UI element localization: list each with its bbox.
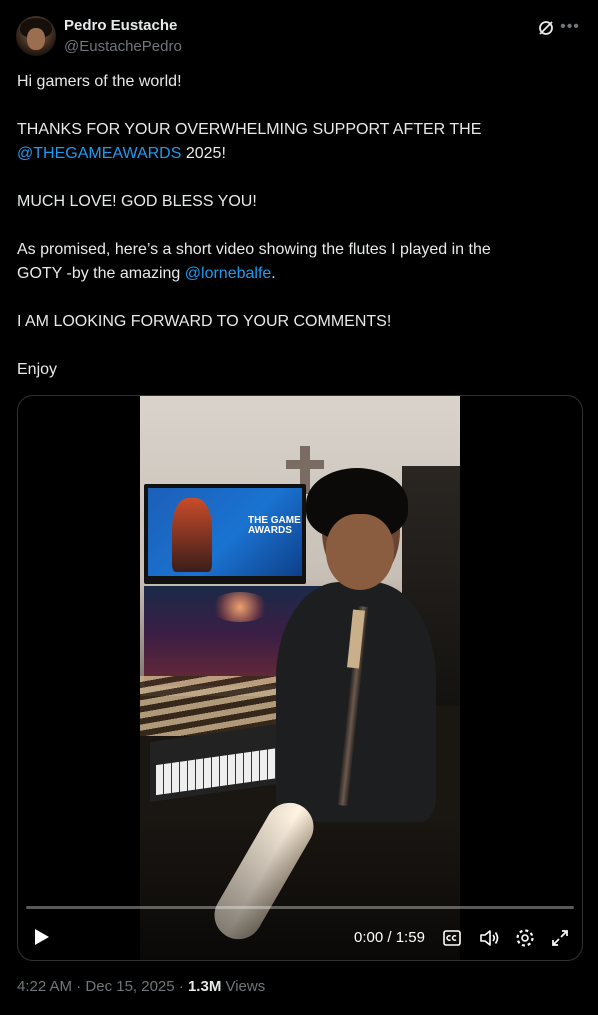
tweet-meta: 4:22 AM · Dec 15, 2025 · 1.3M Views [17, 978, 265, 995]
tweet-text-span: THANKS FOR YOUR OVERWHELMING SUPPORT AFT… [17, 121, 482, 138]
tweet-line: Hi gamers of the world! [17, 73, 182, 90]
tweet-line: I AM LOOKING FORWARD TO YOUR COMMENTS! [17, 313, 392, 330]
fullscreen-icon[interactable] [550, 928, 570, 948]
tweet-line: THANKS FOR YOUR OVERWHELMING SUPPORT AFT… [17, 118, 577, 142]
tweet-line: MUCH LOVE! GOD BLESS YOU! [17, 193, 257, 210]
tv-screen: THE GAME AWARDS [144, 484, 306, 584]
video-duration: 1:59 [395, 929, 425, 946]
current-time: 0:00 [354, 929, 384, 946]
tweet-text-span: . [271, 265, 276, 282]
video-progress-bar[interactable] [26, 906, 574, 909]
play-icon[interactable] [32, 928, 50, 946]
mention-thegameawards[interactable]: @THEGAMEAWARDS [17, 145, 181, 162]
volume-icon[interactable] [478, 927, 500, 949]
video-frame[interactable]: THE GAME AWARDS [140, 396, 460, 960]
tweet-date[interactable]: Dec 15, 2025 [85, 978, 174, 995]
meta-separator: · [72, 978, 86, 995]
cc-icon[interactable] [442, 928, 462, 948]
tweet-line: @THEGAMEAWARDS 2025! [17, 142, 577, 166]
views-count: 1.3M [187, 978, 222, 995]
video-controls: 0:00 / 1:59 [18, 918, 582, 958]
video-time: 0:00 / 1:59 [354, 929, 425, 946]
time-separator: / [383, 929, 396, 946]
tweet-text-span: GOTY -by the amazing [17, 265, 185, 282]
meta-separator: · [174, 978, 188, 995]
tweet-line: As promised, here’s a short video showin… [17, 241, 491, 258]
settings-icon[interactable] [514, 927, 536, 949]
author-handle[interactable]: @EustachePedro [64, 38, 182, 55]
tweet-time[interactable]: 4:22 AM [17, 978, 72, 995]
grok-icon[interactable] [536, 18, 556, 38]
tweet-header: Pedro Eustache @EustachePedro ••• [16, 14, 582, 58]
author-name[interactable]: Pedro Eustache [64, 17, 177, 34]
tweet-text-span: 2025! [181, 145, 226, 162]
mention-lornebalfe[interactable]: @lornebalfe [185, 265, 272, 282]
tweet-line: Enjoy [17, 361, 58, 378]
views-label: Views [221, 978, 266, 995]
tv-logo-text: THE GAME AWARDS [248, 515, 301, 536]
tweet-body: Hi gamers of the world! THANKS FOR YOUR … [17, 70, 577, 382]
tweet-line: GOTY -by the amazing @lornebalfe. [17, 262, 577, 286]
avatar[interactable] [16, 16, 56, 56]
video-player[interactable]: THE GAME AWARDS 0:00 / 1:59 [17, 395, 583, 961]
more-icon[interactable]: ••• [560, 18, 580, 38]
